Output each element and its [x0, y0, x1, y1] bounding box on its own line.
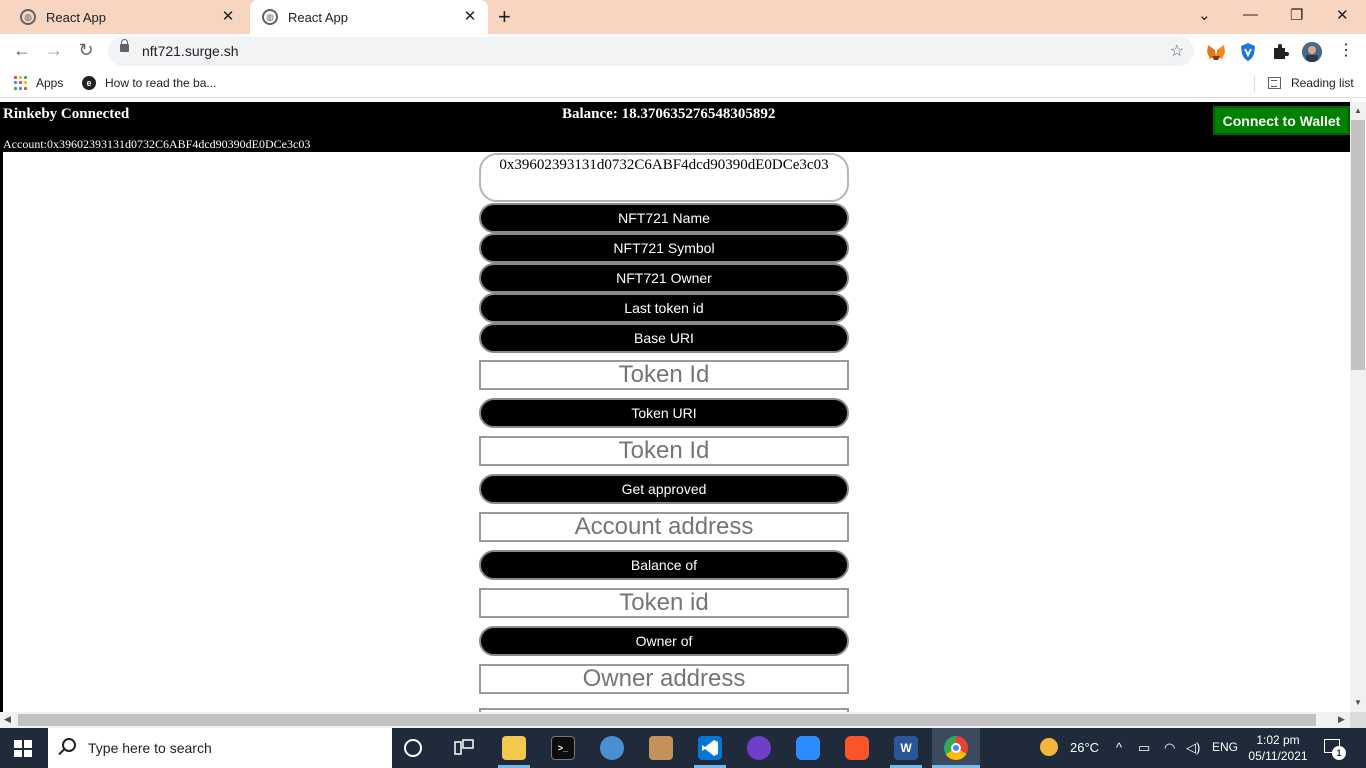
file-explorer-icon[interactable] [502, 736, 526, 760]
tray-chevron-icon[interactable]: ^ [1116, 740, 1122, 755]
taskbar-search-placeholder: Type here to search [88, 740, 212, 756]
bookmarks-divider [1254, 76, 1255, 92]
brave-icon[interactable] [845, 736, 869, 760]
bookmarks-bar: Apps e How to read the ba... Reading lis… [0, 70, 1366, 98]
metamask-icon[interactable] [1206, 42, 1226, 62]
nft721-name-button[interactable]: NFT721 Name [479, 203, 849, 233]
page-content: Rinkeby Connected Balance: 18.3706352765… [0, 102, 1366, 712]
windows-start-icon[interactable] [14, 740, 32, 757]
tab-react-app-1[interactable]: ◍ React App ✕ [8, 0, 246, 34]
owner-of-token-id-input[interactable]: Token id [479, 588, 849, 618]
apps-label: Apps [36, 76, 64, 90]
notification-count-badge: 1 [1332, 746, 1346, 760]
network-status: Rinkeby Connected [3, 106, 130, 122]
close-tab-icon[interactable]: ✕ [462, 9, 478, 25]
scrollbar-corner [1350, 712, 1366, 728]
tab-strip: ◍ React App ✕ ◍ React App ✕ + ⌄ — ❐ ✕ [0, 0, 1366, 34]
profile-avatar[interactable] [1302, 42, 1322, 62]
base-uri-button[interactable]: Base URI [479, 323, 849, 353]
new-tab-button[interactable]: + [498, 4, 511, 30]
scroll-down-arrow-icon[interactable]: ▼ [1354, 698, 1362, 707]
weather-temperature[interactable]: 26°C [1070, 740, 1099, 755]
word-icon[interactable]: W [894, 736, 918, 760]
restore-icon[interactable]: ❐ [1290, 6, 1303, 24]
owner-address-input[interactable]: Owner address [479, 664, 849, 694]
nft721-owner-button[interactable]: NFT721 Owner [479, 263, 849, 293]
get-approved-button[interactable]: Get approved [479, 474, 849, 504]
browser-toolbar: ← → ↻ nft721.surge.sh ☆ ⋮ [0, 34, 1366, 70]
extensions-puzzle-icon[interactable] [1270, 42, 1290, 62]
reading-list-icon [1268, 77, 1281, 89]
battery-icon[interactable]: ▭ [1138, 740, 1150, 756]
taskbar-search-box[interactable]: Type here to search [48, 728, 392, 768]
minimize-icon[interactable]: — [1243, 6, 1258, 23]
reading-list-button[interactable]: Reading list [1268, 76, 1354, 90]
globe-icon: ◍ [262, 9, 278, 25]
horizontal-scroll-thumb[interactable] [18, 714, 1316, 726]
tab-react-app-2[interactable]: ◍ React App ✕ [250, 0, 488, 34]
search-icon [62, 738, 76, 752]
paint-icon[interactable] [600, 736, 624, 760]
shield-extension-icon[interactable] [1238, 42, 1258, 62]
tab-search-chevron-icon[interactable]: ⌄ [1198, 6, 1211, 24]
package-icon[interactable] [649, 736, 673, 760]
connect-wallet-button[interactable]: Connect to Wallet [1213, 106, 1350, 135]
account-display: Account:0x39602393131d0732C6ABF4dcd90390… [3, 137, 311, 151]
balance-of-button[interactable]: Balance of [479, 550, 849, 580]
tab-title: React App [46, 9, 106, 25]
close-tab-icon[interactable]: ✕ [220, 9, 236, 25]
clock-date: 05/11/2021 [1248, 749, 1308, 763]
balance-of-account-input[interactable]: Account address [479, 512, 849, 542]
bookmark-item[interactable]: e How to read the ba... [82, 76, 216, 90]
task-view-icon[interactable] [452, 736, 476, 760]
bookmark-star-icon[interactable]: ☆ [1170, 41, 1184, 61]
wifi-icon[interactable]: ◠ [1164, 740, 1175, 756]
language-indicator[interactable]: ENG [1212, 740, 1238, 754]
last-token-id-button[interactable]: Last token id [479, 293, 849, 323]
token-uri-token-id-input[interactable]: Token Id [479, 360, 849, 390]
contract-address-input[interactable]: 0x39602393131d0732C6ABF4dcd90390dE0DCe3c… [479, 153, 849, 202]
chrome-icon[interactable] [944, 736, 968, 760]
close-window-icon[interactable]: ✕ [1336, 6, 1349, 24]
app-header: Rinkeby Connected Balance: 18.3706352765… [0, 102, 1350, 152]
apps-grid-icon [14, 76, 28, 90]
scroll-right-arrow-icon[interactable]: ▶ [1338, 714, 1345, 725]
bookmark-label: How to read the ba... [105, 76, 217, 90]
volume-icon[interactable]: ◁) [1186, 740, 1200, 756]
nft721-symbol-button[interactable]: NFT721 Symbol [479, 233, 849, 263]
reload-icon[interactable]: ↻ [74, 40, 98, 61]
vertical-scrollbar[interactable]: ▲ ▼ [1350, 102, 1366, 712]
cortana-icon[interactable] [404, 739, 422, 757]
menu-kebab-icon[interactable]: ⋮ [1334, 40, 1358, 60]
token-uri-button[interactable]: Token URI [479, 398, 849, 428]
get-approved-token-id-input[interactable]: Token Id [479, 436, 849, 466]
vscode-icon[interactable] [698, 736, 722, 760]
vertical-scroll-thumb[interactable] [1351, 120, 1365, 370]
owner-of-button[interactable]: Owner of [479, 626, 849, 656]
scroll-up-arrow-icon[interactable]: ▲ [1354, 106, 1362, 115]
page-left-border [0, 152, 3, 712]
balance-display: Balance: 18.370635276548305892 [562, 106, 776, 122]
address-bar[interactable]: nft721.surge.sh ☆ [108, 37, 1194, 66]
windows-taskbar: Type here to search >_ W 26°C ^ ▭ ◠ ◁) E… [0, 728, 1366, 768]
tab-title: React App [288, 9, 348, 25]
url-text: nft721.surge.sh [142, 43, 239, 59]
scroll-left-arrow-icon[interactable]: ◀ [4, 714, 11, 725]
back-icon[interactable]: ← [10, 40, 34, 61]
github-desktop-icon[interactable] [747, 736, 771, 760]
weather-icon[interactable] [1040, 738, 1058, 759]
lock-icon [120, 39, 129, 52]
globe-icon: ◍ [20, 9, 36, 25]
clock-time: 1:02 pm [1256, 733, 1300, 747]
horizontal-scrollbar[interactable]: ◀ ▶ [0, 712, 1350, 728]
forward-icon[interactable]: → [42, 40, 66, 61]
zoom-icon[interactable] [796, 736, 820, 760]
terminal-icon[interactable]: >_ [551, 736, 575, 760]
reading-list-label: Reading list [1291, 76, 1354, 90]
taskbar-clock[interactable]: 1:02 pm 05/11/2021 [1246, 732, 1310, 764]
bookmark-favicon-icon: e [82, 76, 96, 90]
apps-shortcut[interactable]: Apps [14, 76, 63, 90]
